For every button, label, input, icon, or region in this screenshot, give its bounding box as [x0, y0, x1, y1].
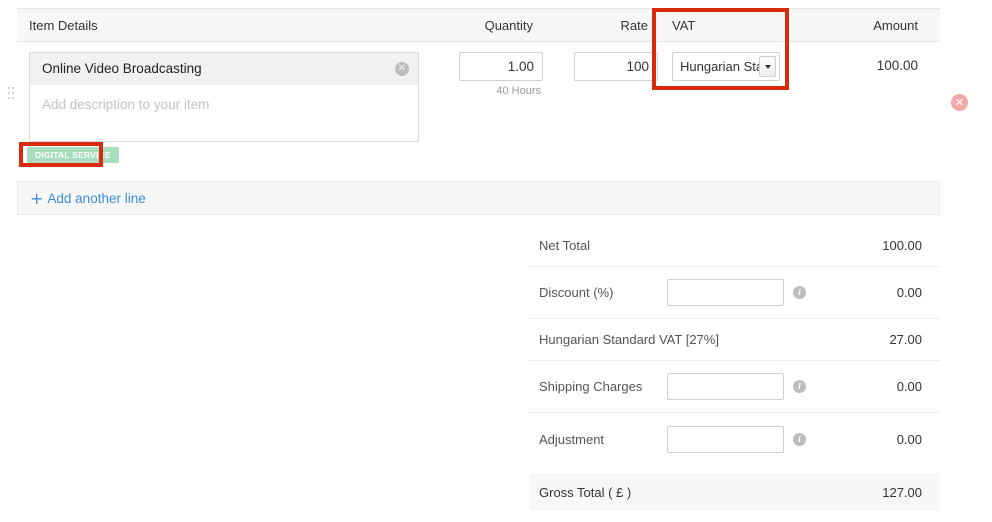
totals-value: 27.00 [862, 332, 922, 347]
column-header-vat: VAT [658, 18, 796, 33]
totals-row-net-total: Net Total 100.00 [529, 225, 940, 267]
cell-amount: 100.00 [796, 42, 940, 73]
info-icon[interactable]: i [793, 286, 806, 299]
info-icon[interactable]: i [793, 433, 806, 446]
add-another-line-label: Add another line [47, 191, 145, 206]
quantity-input[interactable] [459, 52, 543, 81]
totals-label: Shipping Charges [539, 379, 667, 394]
totals-row-gross-total: Gross Total ( £ ) 127.00 [529, 473, 940, 511]
add-another-line-button[interactable]: + Add another line [30, 191, 146, 206]
gross-total-value: 127.00 [862, 485, 922, 500]
cell-rate [543, 42, 658, 81]
item-name-input[interactable]: Online Video Broadcasting [30, 53, 418, 85]
rate-input[interactable] [574, 52, 658, 81]
quantity-unit-label: 40 Hours [425, 85, 543, 97]
totals-row-adjustment: Adjustment i 0.00 [529, 413, 940, 465]
totals-row-shipping: Shipping Charges i 0.00 [529, 361, 940, 413]
totals-value: 0.00 [862, 432, 922, 447]
line-items-table: Item Details Quantity Rate VAT Amount On… [17, 8, 940, 152]
close-circle-icon[interactable]: ✕ [395, 62, 409, 76]
column-header-quantity: Quantity [425, 18, 543, 33]
info-icon[interactable]: i [793, 380, 806, 393]
discount-input[interactable] [667, 279, 784, 306]
column-header-amount: Amount [796, 18, 940, 33]
totals-label: Adjustment [539, 432, 667, 447]
totals-row-discount: Discount (%) i 0.00 [529, 267, 940, 319]
table-header-row: Item Details Quantity Rate VAT Amount [17, 8, 940, 42]
item-detail-box: Online Video Broadcasting ✕ Add descript… [29, 52, 419, 142]
totals-label: Discount (%) [539, 285, 667, 300]
column-header-rate: Rate [543, 18, 658, 33]
totals-value: 100.00 [862, 238, 922, 253]
plus-icon: + [30, 192, 43, 205]
totals-panel: Net Total 100.00 Discount (%) i 0.00 Hun… [529, 225, 940, 511]
totals-input-slot: i [667, 279, 862, 306]
totals-value: 0.00 [862, 379, 922, 394]
cell-vat: Hungarian Stan [658, 42, 796, 81]
totals-value: 0.00 [862, 285, 922, 300]
gross-total-label: Gross Total ( £ ) [539, 485, 631, 500]
item-description-input[interactable]: Add description to your item [30, 85, 418, 112]
cell-item-details: Online Video Broadcasting ✕ Add descript… [17, 42, 425, 142]
adjustment-input[interactable] [667, 426, 784, 453]
invoice-line-items-screen: Item Details Quantity Rate VAT Amount On… [0, 0, 992, 522]
delete-circle-icon[interactable]: ✕ [951, 94, 968, 111]
totals-label: Net Total [539, 238, 667, 253]
add-another-line-bar[interactable]: + Add another line [17, 181, 940, 215]
vat-select[interactable]: Hungarian Stan [672, 52, 780, 81]
totals-label: Hungarian Standard VAT [27%] [539, 332, 769, 347]
shipping-charges-input[interactable] [667, 373, 784, 400]
vat-select-value: Hungarian Stan [680, 59, 770, 74]
chevron-down-icon[interactable] [759, 56, 776, 77]
totals-input-slot: i [667, 373, 862, 400]
digital-service-badge-wrapper: DIGITAL SERVICE [27, 145, 119, 163]
cell-quantity: 40 Hours [425, 42, 543, 97]
column-header-item-details: Item Details [17, 18, 425, 33]
drag-handle-icon[interactable] [8, 87, 20, 103]
table-row: Online Video Broadcasting ✕ Add descript… [17, 42, 940, 152]
status-badge: DIGITAL SERVICE [27, 147, 119, 163]
totals-input-slot: i [667, 426, 862, 453]
totals-row-vat: Hungarian Standard VAT [27%] 27.00 [529, 319, 940, 361]
